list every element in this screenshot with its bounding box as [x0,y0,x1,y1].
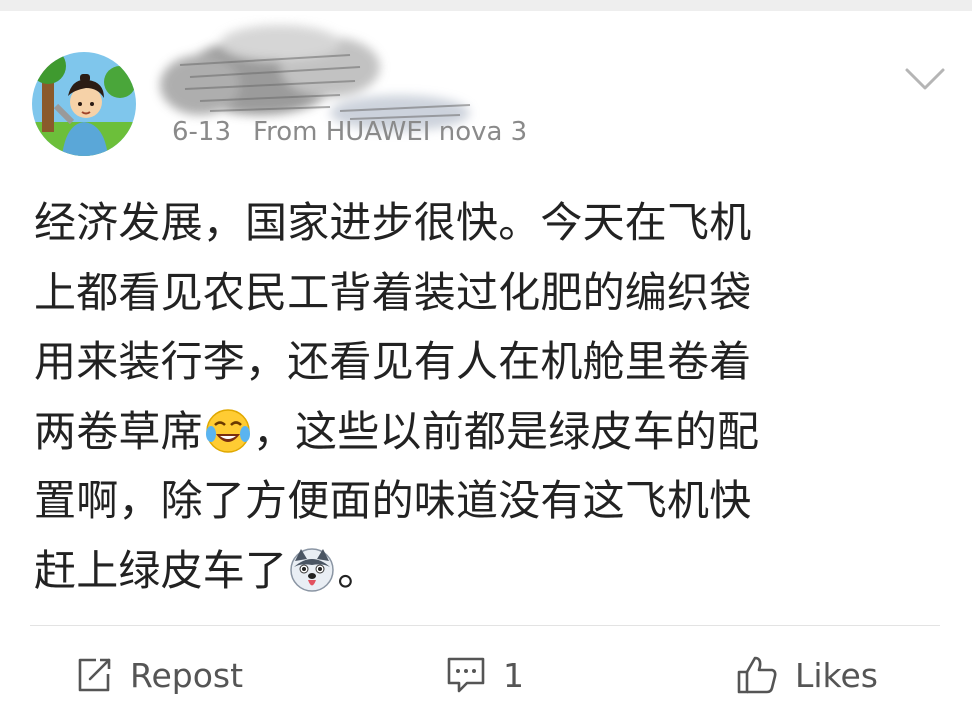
comment-button[interactable]: 1 [445,649,524,701]
action-bar: Repost 1 Likes [0,641,972,711]
husky-dog-emoji-icon [289,547,335,593]
post-line-text: 用来装行李，还看见有人在机舱里卷着 [34,337,752,386]
post-line-text: 经济发展，国家进步很快。今天在飞机 [34,198,752,247]
post-line: 经济发展，国家进步很快。今天在飞机 [34,188,934,258]
post-text: 经济发展，国家进步很快。今天在飞机 上都看见农民工背着装过化肥的编织袋 用来装行… [34,188,934,605]
post-timestamp: 6-13 [172,117,232,147]
post-line: 用来装行李，还看见有人在机舱里卷着 [34,327,934,397]
comment-icon [447,657,485,693]
repost-label: Repost [130,655,244,695]
laughing-crying-emoji-icon [205,408,251,454]
user-avatar[interactable] [32,52,136,156]
post-meta: 6-13 From HUAWEI nova 3 [172,117,527,147]
post-line: 上都看见农民工背着装过化肥的编织袋 [34,258,934,328]
comment-count: 1 [503,655,524,695]
repost-button[interactable]: Repost [74,649,243,701]
post-line-text: 。 [337,545,380,595]
like-button[interactable]: Likes [735,649,878,701]
top-separator [0,0,972,11]
post-line: 置啊，除了方便面的味道没有这飞机快 [34,466,934,536]
post-source: From HUAWEI nova 3 [253,117,528,147]
repost-icon [78,658,111,692]
divider [30,625,940,626]
post-line: 赶上绿皮车了 。 [34,536,934,606]
like-label: Likes [795,655,878,695]
post-line-text: 上都看见农民工背着装过化肥的编织袋 [34,267,752,317]
weibo-post-card: 6-13 From HUAWEI nova 3 经济发展，国家进步很快。今天在飞机… [0,11,972,722]
post-line-text: 两卷草席 [34,406,203,456]
post-line-text: 置啊，除了方便面的味道没有这飞机快 [34,476,752,525]
post-line-text: 赶上绿皮车了 [34,545,288,595]
cartoon-avatar-icon [32,52,136,156]
chevron-down-icon[interactable] [904,66,946,92]
post-line: 两卷草席 ，这些以前都是绿皮车的配 [34,397,934,467]
post-line-text: ，这些以前都是绿皮车的配 [252,406,760,456]
thumbs-up-icon [737,656,777,694]
